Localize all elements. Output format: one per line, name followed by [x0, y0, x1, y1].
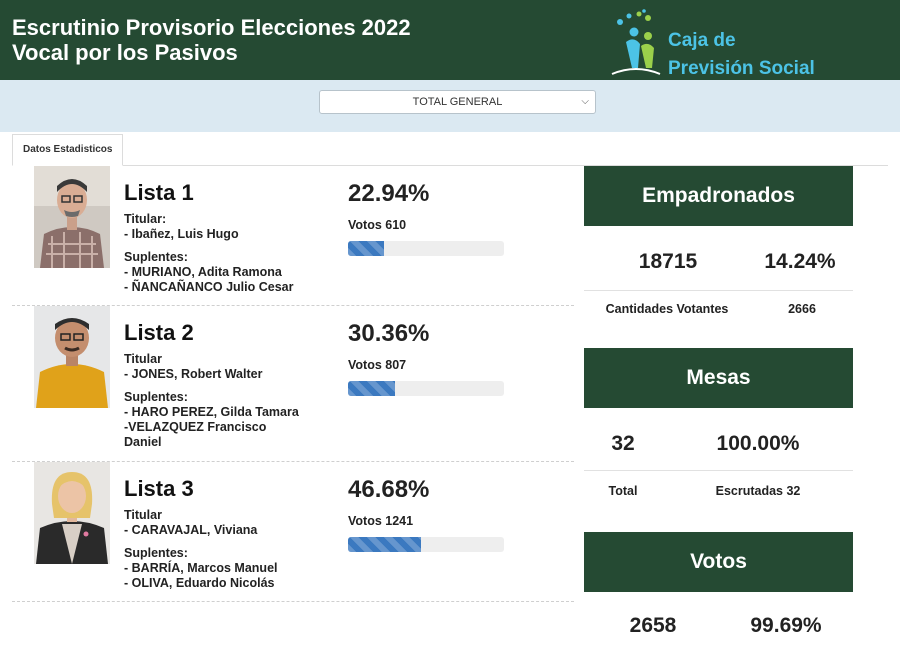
title-line-1: Escrutinio Provisorio Elecciones 2022 [12, 15, 411, 40]
title-line-2: Vocal por los Pasivos [12, 40, 238, 65]
suplente-name: - BARRÍA, Marcos Manuel [124, 561, 278, 575]
lista-name: Lista 2 [124, 320, 194, 345]
divider [584, 290, 853, 291]
vote-progress-fill [348, 241, 384, 256]
caja-prevision-logo: Caja de Previsión Social [608, 8, 858, 79]
vote-percent: 22.94% [348, 180, 430, 207]
cantidades-votantes-label: Cantidades Votantes [605, 302, 729, 316]
divider [584, 470, 853, 471]
empadronados-value: 18715 [638, 250, 698, 273]
family-logo-icon [611, 9, 661, 75]
suplentes-label: Suplentes: [124, 390, 188, 404]
vote-percent: 30.36% [348, 320, 430, 347]
mesas-value: 32 [611, 432, 635, 455]
tab-bar: Datos Estadisticos [12, 134, 888, 166]
candidate-row-lista-2: Lista 2 Titular - JONES, Robert Walter S… [12, 306, 574, 462]
candidate-names: Titular - JONES, Robert Walter Suplentes… [124, 352, 334, 450]
candidate-photo [34, 462, 110, 564]
suplente-name: - ÑANCAÑANCO Julio Cesar [124, 280, 294, 294]
votos-percent: 99.69% [750, 614, 822, 637]
mesas-header: Mesas [584, 348, 853, 408]
votos-value: 2658 [629, 614, 677, 637]
titular-label: Titular: [124, 212, 167, 226]
mesas-escrutadas: Escrutadas 32 [715, 484, 801, 498]
titular-name: - CARAVAJAL, Viviana [124, 523, 258, 537]
votos-header: Votos [584, 532, 853, 592]
titular-label: Titular [124, 352, 162, 366]
page-header: Escrutinio Provisorio Elecciones 2022 Vo… [0, 0, 900, 80]
vote-progress-bar [348, 381, 504, 396]
vote-progress-fill [348, 381, 396, 396]
vote-progress-bar [348, 241, 504, 256]
tab-datos-estadisticos[interactable]: Datos Estadisticos [12, 134, 124, 166]
candidate-photo [34, 166, 110, 268]
candidate-photo [34, 306, 110, 408]
mesas-total-label: Total [608, 484, 638, 498]
vote-percent: 46.68% [348, 476, 430, 503]
suplente-name: - MURIANO, Adita Ramona [124, 265, 282, 279]
candidate-names: Titular: - Ibañez, Luis Hugo Suplentes: … [124, 212, 334, 295]
candidate-names: Titular - CARAVAJAL, Viviana Suplentes: … [124, 508, 334, 591]
vote-count: Votos 807 [348, 358, 407, 372]
empadronados-percent: 14.24% [764, 250, 836, 273]
logo-line-1: Caja de [668, 30, 736, 51]
vote-progress-bar [348, 537, 504, 552]
filter-bar: TOTAL GENERAL ⌵ [0, 80, 900, 132]
suplente-name: Daniel [124, 435, 162, 449]
suplente-name: -VELAZQUEZ Francisco [124, 420, 267, 434]
suplente-name: - HARO PEREZ, Gilda Tamara [124, 405, 299, 419]
candidate-row-lista-3: Lista 3 Titular - CARAVAJAL, Viviana Sup… [12, 462, 574, 602]
suplentes-label: Suplentes: [124, 250, 188, 264]
category-select-value: TOTAL GENERAL [412, 96, 503, 108]
category-select[interactable]: TOTAL GENERAL ⌵ [319, 90, 596, 114]
logo-line-2: Previsión Social [668, 58, 815, 79]
vote-count: Votos 610 [348, 218, 407, 232]
candidate-row-lista-1: Lista 1 Titular: - Ibañez, Luis Hugo Sup… [12, 166, 574, 306]
lista-name: Lista 1 [124, 180, 194, 205]
empadronados-header: Empadronados [584, 166, 853, 226]
titular-name: - JONES, Robert Walter [124, 367, 263, 381]
page-title: Escrutinio Provisorio Elecciones 2022 Vo… [12, 15, 411, 65]
cantidades-votantes-value: 2666 [788, 302, 816, 316]
titular-label: Titular [124, 508, 162, 522]
vote-count: Votos 1241 [348, 514, 414, 528]
mesas-percent: 100.00% [716, 432, 800, 455]
suplente-name: - OLIVA, Eduardo Nicolás [124, 576, 275, 590]
chevron-down-icon: ⌵ [581, 96, 589, 107]
suplentes-label: Suplentes: [124, 546, 188, 560]
titular-name: - Ibañez, Luis Hugo [124, 227, 239, 241]
vote-progress-fill [348, 537, 421, 552]
logo-text: Caja de Previsión Social [668, 27, 815, 83]
lista-name: Lista 3 [124, 476, 194, 501]
